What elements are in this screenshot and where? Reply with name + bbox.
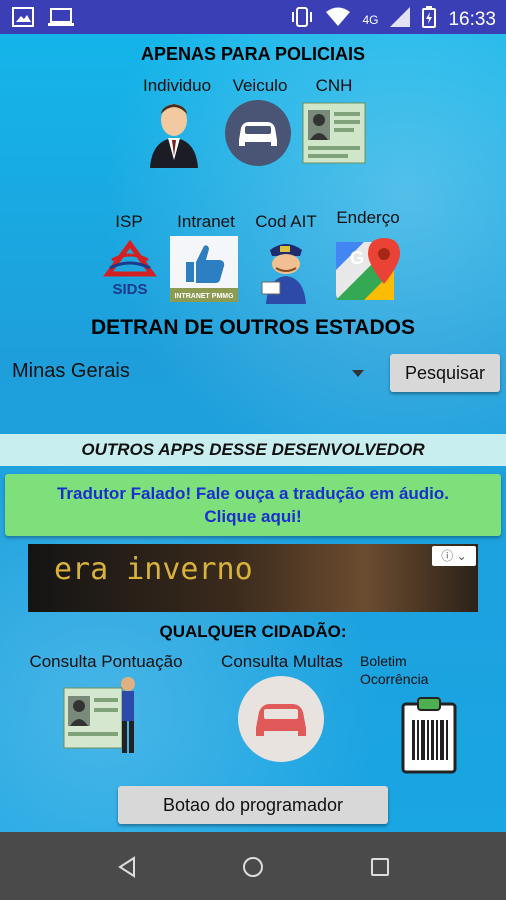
navigation-bar	[0, 832, 506, 900]
detran-section-title: DETRAN DE OUTROS ESTADOS	[91, 316, 415, 339]
police-section-title: APENAS PARA POLICIAIS	[140, 44, 366, 64]
wifi-icon	[326, 7, 351, 32]
state-dropdown[interactable]: Minas Gerais	[12, 360, 364, 388]
pesquisar-button[interactable]: Pesquisar	[390, 354, 500, 392]
home-icon[interactable]	[242, 856, 264, 883]
isp-button[interactable]: SIDS	[102, 239, 158, 300]
recents-icon[interactable]	[370, 857, 390, 882]
consulta-multas-button[interactable]	[238, 676, 324, 762]
signal-icon	[390, 7, 411, 32]
battery-icon	[422, 6, 437, 33]
boletim-label-line2: Ocorrência	[360, 671, 429, 687]
veiculo-button[interactable]	[225, 100, 291, 166]
individuo-label: Individuo	[142, 76, 212, 95]
sids-text: SIDS	[112, 281, 147, 298]
back-icon[interactable]	[116, 856, 138, 883]
drivers-license-icon	[302, 102, 366, 164]
clipboard-icon	[401, 697, 457, 774]
laptop-notification-icon	[48, 7, 74, 32]
consulta-multas-label: Consulta Multas	[221, 652, 343, 671]
cnh-button[interactable]	[302, 102, 366, 164]
programmer-button[interactable]: Botao do programador	[118, 786, 388, 824]
consulta-pontuacao-label: Consulta Pontuação	[29, 652, 183, 671]
thumbs-up-icon: INTRANET PMMG	[170, 236, 238, 302]
promo-line-2: Clique aqui!	[204, 507, 302, 526]
ad-choices-button[interactable]: ⓘ ⌄	[432, 546, 476, 566]
car-icon	[225, 100, 291, 166]
main-content: APENAS PARA POLICIAIS Individuo Veiculo …	[0, 34, 506, 832]
consulta-pontuacao-button[interactable]	[62, 674, 142, 758]
ad-text: era inverno	[54, 552, 253, 587]
boletim-ocorrencia-button[interactable]	[400, 696, 460, 774]
police-officer-icon	[261, 244, 306, 304]
citizen-section-title: QUALQUER CIDADÃO:	[159, 622, 347, 641]
isp-label: ISP	[115, 212, 143, 231]
boletim-label-line1: Boletim	[360, 653, 407, 669]
boletim-label: Boletim Ocorrência	[360, 652, 460, 688]
ad-banner[interactable]: era inverno ⓘ ⌄	[28, 544, 478, 612]
sids-logo-icon: SIDS	[103, 239, 157, 298]
intranet-label: Intranet	[177, 212, 235, 231]
intranet-button[interactable]: INTRANET PMMG	[170, 236, 238, 302]
dropdown-arrow-icon	[352, 370, 364, 377]
state-selected-value: Minas Gerais	[12, 360, 130, 382]
svg-text:G: G	[350, 248, 364, 268]
veiculo-label: Veiculo	[232, 76, 288, 95]
license-points-icon	[63, 677, 135, 753]
cnh-label: CNH	[315, 76, 353, 95]
promo-line-1: Tradutor Falado! Fale ouça a tradução em…	[56, 484, 450, 503]
image-notification-icon	[12, 7, 34, 32]
intranet-text: INTRANET PMMG	[174, 293, 234, 300]
clock: 16:33	[448, 8, 496, 30]
other-apps-title: OUTROS APPS DESSE DESENVOLVEDOR	[0, 434, 506, 466]
person-suit-icon	[150, 104, 198, 168]
network-type: 4G	[362, 12, 379, 27]
individuo-button[interactable]	[148, 100, 200, 168]
endereco-label: Enderço	[336, 208, 400, 227]
cod-ait-button[interactable]	[256, 238, 316, 304]
status-bar: 4G 16:33	[0, 0, 506, 34]
info-icon: ⓘ ⌄	[441, 549, 467, 563]
car-icon	[238, 676, 324, 762]
endereco-button[interactable]: G	[334, 236, 402, 302]
vibrate-icon	[290, 6, 314, 33]
maps-icon: G	[336, 238, 400, 300]
promo-banner[interactable]: Tradutor Falado! Fale ouça a tradução em…	[5, 474, 501, 536]
cod-ait-label: Cod AIT	[255, 212, 317, 231]
